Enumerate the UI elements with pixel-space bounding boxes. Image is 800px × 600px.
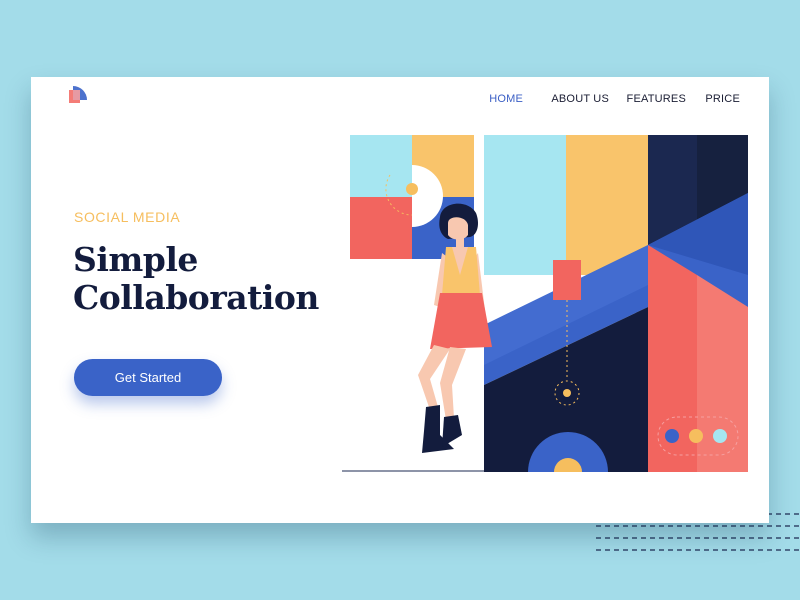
- nav-home[interactable]: HOME: [489, 93, 523, 105]
- carousel-dot-2: [689, 429, 703, 443]
- quarter-circle-logo-icon[interactable]: [69, 86, 87, 104]
- yellow-dot-icon: [406, 183, 418, 195]
- hero-title: Simple Collaboration: [73, 241, 319, 317]
- page-background: HOME ABOUT US FEATURES PRICE SOCIAL MEDI…: [0, 0, 800, 600]
- hero-title-line-2: Collaboration: [73, 278, 319, 317]
- hero-eyebrow: SOCIAL MEDIA: [74, 209, 181, 225]
- get-started-button[interactable]: Get Started: [74, 359, 222, 396]
- nav-about-us[interactable]: ABOUT US: [551, 93, 609, 105]
- nav-features[interactable]: FEATURES: [627, 93, 686, 105]
- carousel-dot-1: [665, 429, 679, 443]
- landing-page-window: HOME ABOUT US FEATURES PRICE SOCIAL MEDI…: [31, 77, 769, 523]
- woman-sitting-geometric-illustration: [342, 135, 748, 472]
- nav-price[interactable]: PRICE: [705, 93, 740, 105]
- hero-title-line-1: Simple: [73, 240, 198, 279]
- carousel-dot-3: [713, 429, 727, 443]
